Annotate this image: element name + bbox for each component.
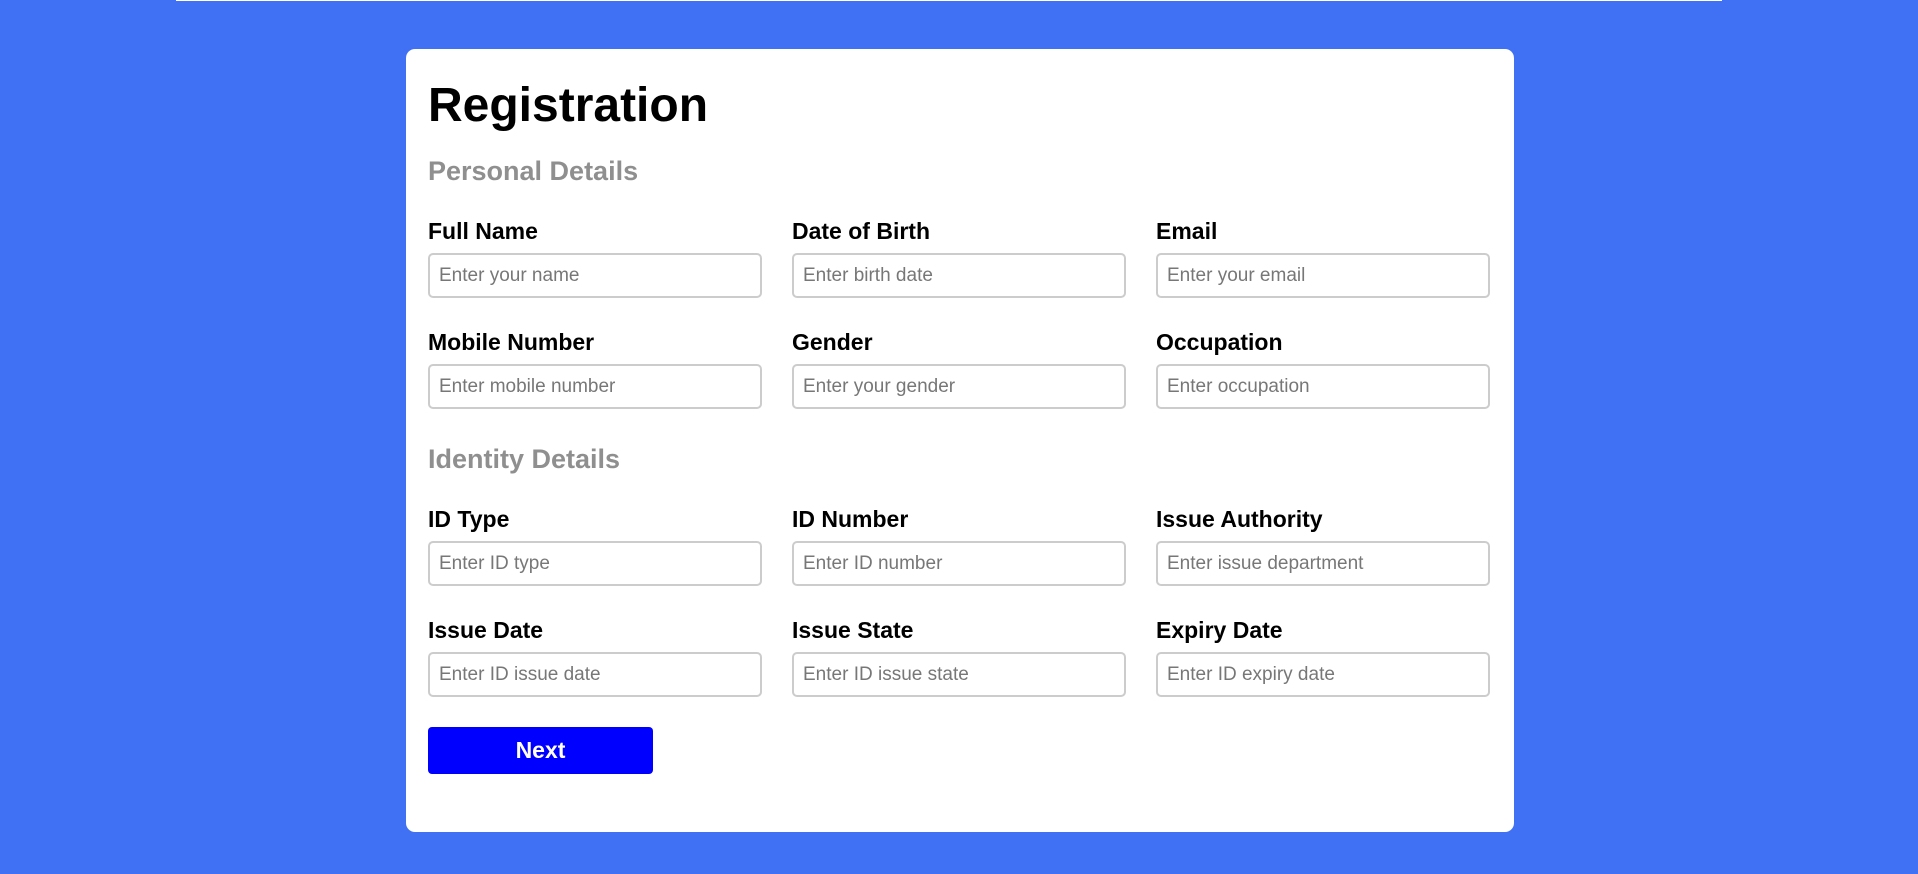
- field-issue-date: Issue Date: [428, 616, 762, 697]
- field-mobile-number: Mobile Number: [428, 328, 762, 409]
- email-input[interactable]: [1156, 253, 1490, 298]
- gender-label: Gender: [792, 329, 873, 355]
- field-expiry-date: Expiry Date: [1156, 616, 1490, 697]
- field-issue-authority: Issue Authority: [1156, 505, 1490, 586]
- gender-input[interactable]: [792, 364, 1126, 409]
- next-button[interactable]: Next: [428, 727, 653, 774]
- section-title-personal-details: Personal Details: [428, 156, 639, 186]
- personal-details-grid: Full Name Date of Birth Email Mobile Num…: [428, 217, 1492, 409]
- mobile-number-input[interactable]: [428, 364, 762, 409]
- field-occupation: Occupation: [1156, 328, 1490, 409]
- id-type-input[interactable]: [428, 541, 762, 586]
- id-number-label: ID Number: [792, 506, 909, 532]
- registration-card: Registration Personal Details Full Name …: [406, 49, 1514, 832]
- section-title-identity-details: Identity Details: [428, 444, 621, 474]
- field-id-number: ID Number: [792, 505, 1126, 586]
- mobile-number-label: Mobile Number: [428, 329, 595, 355]
- expiry-date-label: Expiry Date: [1156, 617, 1283, 643]
- identity-details-grid: ID Type ID Number Issue Authority Issue …: [428, 505, 1492, 697]
- id-number-input[interactable]: [792, 541, 1126, 586]
- occupation-label: Occupation: [1156, 329, 1283, 355]
- issue-authority-input[interactable]: [1156, 541, 1490, 586]
- page-title: Registration: [428, 79, 709, 132]
- date-of-birth-label: Date of Birth: [792, 218, 930, 244]
- issue-date-input[interactable]: [428, 652, 762, 697]
- issue-authority-label: Issue Authority: [1156, 506, 1323, 532]
- field-issue-state: Issue State: [792, 616, 1126, 697]
- full-name-label: Full Name: [428, 218, 538, 244]
- field-gender: Gender: [792, 328, 1126, 409]
- expiry-date-input[interactable]: [1156, 652, 1490, 697]
- field-full-name: Full Name: [428, 217, 762, 298]
- full-name-input[interactable]: [428, 253, 762, 298]
- top-border-line: [176, 0, 1722, 1]
- issue-state-input[interactable]: [792, 652, 1126, 697]
- date-of-birth-input[interactable]: [792, 253, 1126, 298]
- email-label: Email: [1156, 218, 1218, 244]
- field-date-of-birth: Date of Birth: [792, 217, 1126, 298]
- field-id-type: ID Type: [428, 505, 762, 586]
- issue-state-label: Issue State: [792, 617, 914, 643]
- issue-date-label: Issue Date: [428, 617, 544, 643]
- occupation-input[interactable]: [1156, 364, 1490, 409]
- field-email: Email: [1156, 217, 1490, 298]
- id-type-label: ID Type: [428, 506, 510, 532]
